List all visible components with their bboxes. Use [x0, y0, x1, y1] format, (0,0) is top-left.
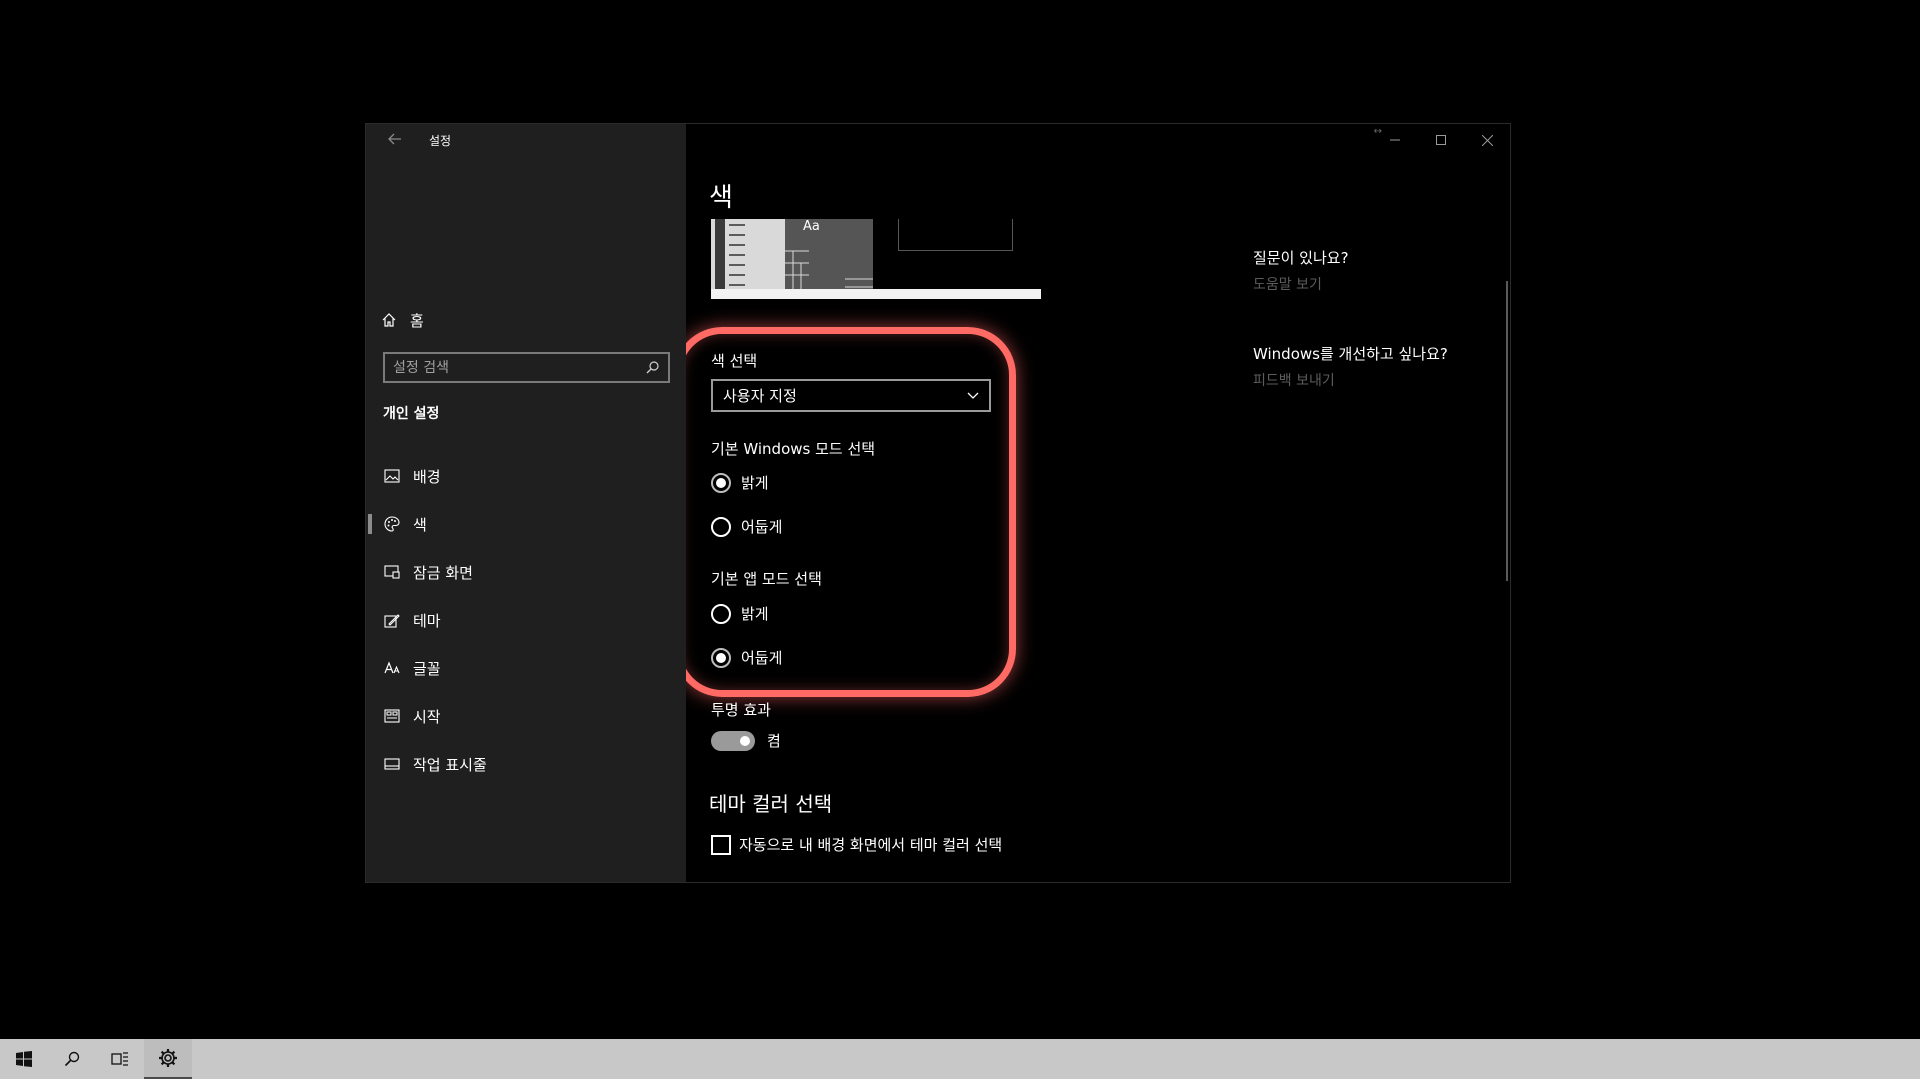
color-preview: Aa	[711, 219, 1041, 299]
preview-sample-text: Aa	[803, 219, 820, 234]
windows-mode-light-radio[interactable]: 밝게	[711, 472, 769, 493]
radio-circle[interactable]	[711, 472, 731, 493]
app-mode-label: 기본 앱 모드 선택	[711, 570, 822, 588]
radio-label: 어둡게	[741, 518, 783, 536]
start-button[interactable]	[0, 1039, 48, 1079]
sidebar-item-label: 테마	[413, 611, 441, 630]
sidebar-item-background[interactable]: 배경	[366, 452, 686, 500]
settings-window: 설정 홈 개인 설정 배경	[365, 123, 1511, 883]
lock-screen-icon	[383, 563, 401, 581]
sidebar-item-themes[interactable]: 테마	[366, 596, 686, 644]
help-section: 질문이 있나요? 도움말 보기	[1253, 247, 1349, 294]
palette-icon	[383, 515, 401, 533]
transparency-toggle[interactable]	[711, 731, 755, 751]
color-select-value: 사용자 지정	[723, 387, 797, 405]
back-arrow-icon	[388, 133, 401, 145]
page-title: 색	[709, 183, 733, 213]
app-mode-dark-radio[interactable]: 어둡게	[711, 647, 782, 668]
sidebar-item-label: 글꼴	[413, 659, 441, 678]
picture-icon	[383, 467, 401, 485]
radio-label: 밝게	[741, 605, 769, 623]
app-mode-light-radio[interactable]: 밝게	[711, 603, 769, 624]
maximize-icon	[1436, 135, 1446, 145]
feedback-question: Windows를 개선하고 싶나요?	[1253, 345, 1448, 363]
minimize-button[interactable]	[1372, 124, 1418, 156]
sidebar: 설정 홈 개인 설정 배경	[366, 124, 686, 882]
taskbar-settings-app[interactable]	[144, 1039, 192, 1079]
home-label: 홈	[410, 311, 424, 330]
section-label: 개인 설정	[383, 406, 440, 422]
nav-list: 배경 색 잠금 화면 테마 글꼴 시작 작업 표시줄	[366, 452, 686, 788]
settings-search-box[interactable]	[383, 352, 670, 383]
toggle-knob	[740, 736, 750, 746]
radio-circle[interactable]	[711, 603, 731, 624]
start-icon	[383, 707, 401, 725]
checkbox-label: 자동으로 내 배경 화면에서 테마 컬러 선택	[739, 836, 1003, 854]
sidebar-item-label: 배경	[413, 467, 441, 486]
close-icon	[1481, 134, 1493, 146]
sidebar-item-fonts[interactable]: 글꼴	[366, 644, 686, 692]
sidebar-item-label: 시작	[413, 707, 441, 726]
titlebar: 설정	[366, 124, 686, 156]
search-icon[interactable]	[644, 360, 660, 376]
home-icon	[380, 311, 398, 329]
transparency-label: 투명 효과	[711, 701, 771, 719]
taskbar	[0, 1039, 1920, 1079]
back-button[interactable]	[380, 128, 410, 152]
windows-mode-dark-radio[interactable]: 어둡게	[711, 516, 782, 537]
taskbar-icon	[383, 755, 401, 773]
checkbox-box[interactable]	[711, 834, 731, 855]
content-pane: ↔ 색 Aa 색 선택 사용자 지정 기본 Windows 모드 선택 밝게 어…	[686, 124, 1510, 882]
radio-label: 밝게	[741, 474, 769, 492]
preview-tiles	[785, 250, 873, 289]
auto-accent-checkbox[interactable]: 자동으로 내 배경 화면에서 테마 컬러 선택	[711, 834, 1002, 855]
color-select-dropdown[interactable]: 사용자 지정	[711, 379, 991, 412]
task-view-icon	[111, 1052, 128, 1066]
app-title: 설정	[429, 134, 452, 148]
help-question: 질문이 있나요?	[1253, 249, 1349, 267]
help-link[interactable]: 도움말 보기	[1253, 274, 1349, 294]
taskbar-search-button[interactable]	[48, 1039, 96, 1079]
sidebar-item-color[interactable]: 색	[366, 500, 686, 548]
task-view-button[interactable]	[96, 1039, 144, 1079]
preview-menu-lines	[729, 224, 745, 286]
search-icon	[64, 1051, 80, 1067]
sidebar-item-label: 색	[413, 515, 427, 534]
preview-frame	[898, 219, 1013, 251]
feedback-section: Windows를 개선하고 싶나요? 피드백 보내기	[1253, 343, 1448, 390]
font-icon	[383, 659, 401, 677]
radio-circle[interactable]	[711, 647, 731, 668]
minimize-icon	[1390, 139, 1400, 141]
radio-circle[interactable]	[711, 516, 731, 537]
radio-label: 어둡게	[741, 649, 783, 667]
transparency-state: 켬	[767, 732, 781, 750]
color-select-label: 색 선택	[711, 352, 758, 370]
search-input[interactable]	[393, 359, 644, 376]
home-link[interactable]: 홈	[380, 305, 424, 335]
gear-icon	[159, 1049, 177, 1067]
close-button[interactable]	[1464, 124, 1510, 156]
sidebar-item-taskbar[interactable]: 작업 표시줄	[366, 740, 686, 788]
theme-icon	[383, 611, 401, 629]
preview-start-strip	[715, 219, 725, 289]
window-controls	[1372, 124, 1510, 156]
sidebar-item-start[interactable]: 시작	[366, 692, 686, 740]
sidebar-item-label: 작업 표시줄	[413, 755, 487, 774]
sidebar-item-label: 잠금 화면	[413, 563, 473, 582]
preview-taskbar	[711, 289, 1041, 299]
maximize-button[interactable]	[1418, 124, 1464, 156]
windows-mode-label: 기본 Windows 모드 선택	[711, 440, 876, 458]
scrollbar[interactable]	[1506, 281, 1508, 581]
windows-logo-icon	[16, 1051, 32, 1067]
feedback-link[interactable]: 피드백 보내기	[1253, 370, 1448, 390]
accent-color-heading: 테마 컬러 선택	[709, 792, 833, 816]
chevron-down-icon	[967, 392, 979, 399]
sidebar-item-lock-screen[interactable]: 잠금 화면	[366, 548, 686, 596]
